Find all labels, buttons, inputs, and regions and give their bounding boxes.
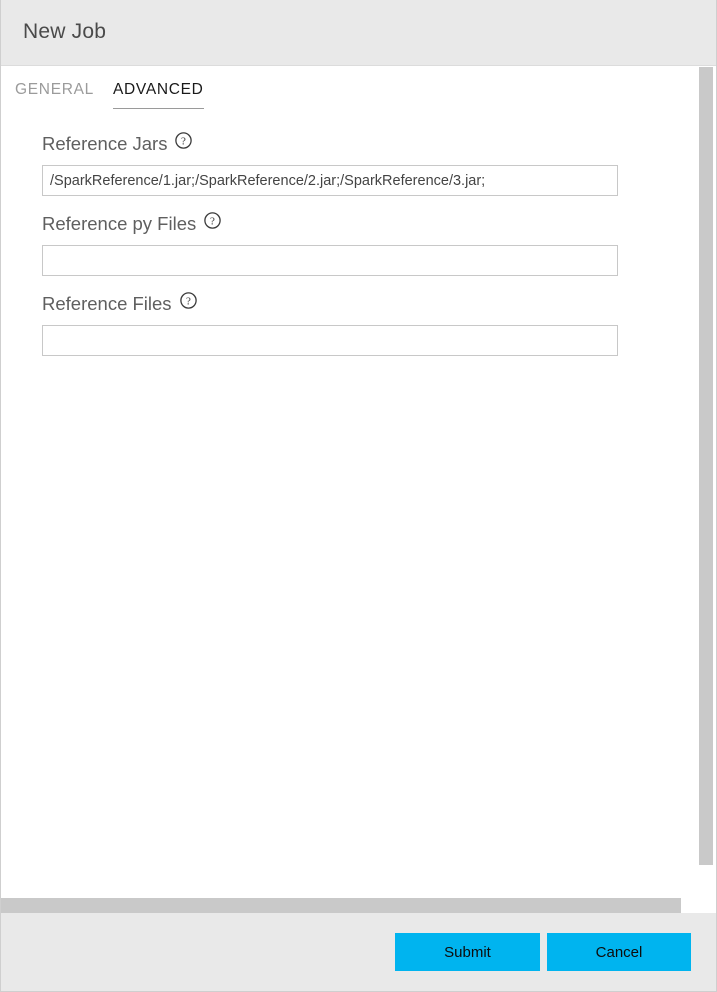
reference-files-input[interactable] [42,325,618,356]
reference-files-label: Reference Files [42,293,172,314]
dialog-title: New Job [23,20,107,43]
dialog-content-pane: GENERAL ADVANCED Reference Jars ? /Spark… [1,67,699,898]
vertical-scrollbar-thumb[interactable] [699,67,713,865]
advanced-form: Reference Jars ? Reference py Files [42,130,618,370]
field-reference-files: Reference Files ? [42,290,618,356]
field-label-row: Reference py Files ? [42,210,618,238]
svg-text:?: ? [210,215,215,227]
svg-text:?: ? [182,135,187,147]
field-reference-jars: Reference Jars ? [42,130,618,196]
horizontal-scrollbar-thumb[interactable] [1,898,681,913]
field-label-row: Reference Jars ? [42,130,618,158]
question-circle-icon[interactable]: ? [175,131,193,149]
submit-button[interactable]: Submit [395,933,540,971]
reference-py-files-input[interactable] [42,245,618,276]
new-job-dialog: New Job GENERAL ADVANCED Reference Jars … [0,0,717,992]
field-label-row: Reference Files ? [42,290,618,318]
cancel-button[interactable]: Cancel [547,933,691,971]
horizontal-scrollbar-track[interactable] [1,898,713,913]
tab-general[interactable]: GENERAL [15,81,94,108]
tab-advanced[interactable]: ADVANCED [113,81,204,109]
vertical-scrollbar-track[interactable] [699,67,713,898]
question-circle-icon[interactable]: ? [179,291,197,309]
reference-jars-label: Reference Jars [42,133,168,154]
question-circle-icon[interactable]: ? [204,211,221,229]
svg-text:?: ? [186,295,191,307]
dialog-footer: Submit Cancel [1,913,716,991]
field-reference-py-files: Reference py Files ? [42,210,618,276]
reference-py-files-label: Reference py Files [42,213,197,234]
reference-jars-input[interactable] [42,165,618,196]
dialog-titlebar: New Job [1,0,716,66]
